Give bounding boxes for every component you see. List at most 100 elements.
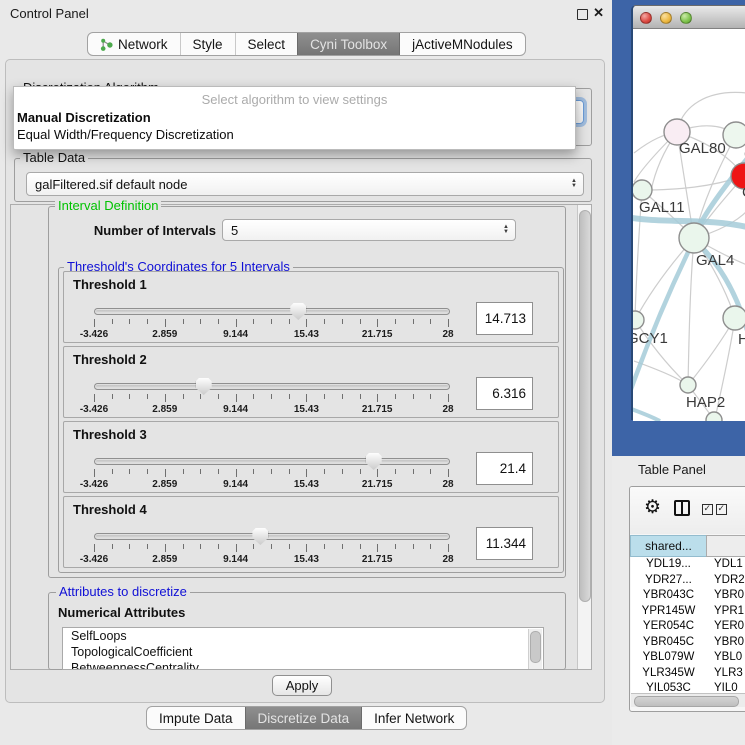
- apply-button[interactable]: Apply: [272, 675, 332, 696]
- network-node-gal4[interactable]: [679, 223, 709, 253]
- minimize-window-button[interactable]: [660, 12, 672, 24]
- network-icon: [100, 38, 113, 51]
- panel-title: Control Panel: [10, 6, 89, 21]
- control-panel: Control Panel ✕ Network Style Select Cyni T…: [0, 0, 612, 745]
- tab-cyni-toolbox[interactable]: Cyni Toolbox: [297, 33, 399, 55]
- table-row[interactable]: YPR145WYPR1: [631, 604, 745, 620]
- cell-shared-name[interactable]: YDR27...: [631, 573, 706, 589]
- table-row[interactable]: YDR27...YDR2: [631, 573, 745, 589]
- tab-label: jActiveMNodules: [412, 37, 513, 52]
- table-row[interactable]: YBR043CYBR0: [631, 588, 745, 604]
- number-of-intervals-label: Number of Intervals: [70, 223, 216, 238]
- close-window-button[interactable]: [640, 12, 652, 24]
- table-panel-title: Table Panel: [638, 462, 706, 477]
- table-row[interactable]: YDL19...YDL1: [631, 557, 745, 573]
- slider-thumb[interactable]: [290, 303, 306, 320]
- threshold-label: Threshold 2: [73, 352, 147, 367]
- threshold-2-value-input[interactable]: [476, 377, 533, 410]
- table-data-combobox[interactable]: galFiltered.sif default node ▲▼: [26, 172, 584, 196]
- slider-track[interactable]: [94, 308, 450, 315]
- tab-infer-network[interactable]: Infer Network: [361, 707, 466, 729]
- table-row[interactable]: YLR345WYLR3: [631, 666, 745, 682]
- cell-shared-name[interactable]: YBR045C: [631, 635, 706, 651]
- table-data-group-title: Table Data: [20, 151, 88, 164]
- threshold-1-value-input[interactable]: [476, 302, 533, 335]
- slider-track[interactable]: [94, 458, 450, 465]
- horizontal-scrollbar-thumb[interactable]: [634, 696, 739, 707]
- threshold-label: Threshold 4: [73, 502, 147, 517]
- table-row[interactable]: YBL079WYBL0: [631, 650, 745, 666]
- columns-icon[interactable]: [674, 500, 690, 516]
- cell-name[interactable]: YER0: [706, 619, 745, 635]
- slider-thumb[interactable]: [366, 453, 382, 470]
- cell-shared-name[interactable]: YPR145W: [631, 604, 706, 620]
- cell-name[interactable]: YDR2: [706, 573, 745, 589]
- network-node-gcy1[interactable]: [633, 311, 644, 329]
- tab-label: Cyni Toolbox: [310, 37, 387, 52]
- threshold-panel-2: Threshold 2 -3.4262.8599.14415.4321.7152…: [63, 346, 559, 418]
- threshold-3-value-input[interactable]: [476, 452, 533, 485]
- float-panel-icon[interactable]: [577, 9, 588, 20]
- numerical-attributes-list[interactable]: SelfLoopsTopologicalCoefficientBetweenne…: [62, 627, 544, 670]
- tab-network[interactable]: Network: [88, 33, 180, 55]
- combo-stepper-icon: ▲▼: [503, 225, 509, 235]
- tab-label: Select: [248, 37, 286, 52]
- slider-thumb[interactable]: [196, 378, 212, 395]
- node-label-gcy1: GCY1: [633, 330, 668, 347]
- attribute-item[interactable]: TopologicalCoefficient: [63, 644, 543, 660]
- column-header-shared-name[interactable]: shared...: [630, 535, 706, 557]
- network-node-hap2[interactable]: [680, 377, 696, 393]
- threshold-4-value-input[interactable]: [476, 527, 533, 560]
- network-node-gal11[interactable]: [633, 180, 652, 200]
- scrollbar-thumb[interactable]: [579, 210, 591, 602]
- attribute-item[interactable]: SelfLoops: [63, 628, 543, 644]
- list-scrollbar-thumb[interactable]: [530, 631, 541, 663]
- node-label-hap2: HAP2: [686, 394, 725, 411]
- tab-select[interactable]: Select: [235, 33, 298, 55]
- slider-track[interactable]: [94, 533, 450, 540]
- network-canvas[interactable]: GAL80GACGAL11GAL4GCY1HHAP2: [633, 29, 745, 421]
- network-node-ga[interactable]: [723, 122, 745, 148]
- slider-thumb[interactable]: [252, 528, 268, 545]
- tab-impute-data[interactable]: Impute Data: [147, 707, 245, 729]
- cell-shared-name[interactable]: YDL19...: [631, 557, 706, 573]
- cell-name[interactable]: YBL0: [706, 650, 745, 666]
- checkbox-icon[interactable]: [702, 504, 713, 515]
- cell-shared-name[interactable]: YER054C: [631, 619, 706, 635]
- dropdown-item-manual-discretization[interactable]: Manual Discretization: [14, 108, 575, 125]
- cell-name[interactable]: YDL1: [706, 557, 745, 573]
- cell-name[interactable]: YBR0: [706, 635, 745, 651]
- cell-name[interactable]: YBR0: [706, 588, 745, 604]
- tab-style[interactable]: Style: [180, 33, 235, 55]
- network-node-h[interactable]: [723, 306, 745, 330]
- cell-name[interactable]: YPR1: [706, 604, 745, 620]
- table-row[interactable]: YBR045CYBR0: [631, 635, 745, 651]
- slider-track[interactable]: [94, 383, 450, 390]
- attribute-item[interactable]: BetweennessCentrality: [63, 660, 543, 670]
- node-label-gal4: GAL4: [696, 252, 734, 269]
- network-window-titlebar[interactable]: [633, 6, 745, 29]
- tab-label: Network: [118, 37, 168, 52]
- tab-jactivemnodules[interactable]: jActiveMNodules: [399, 33, 525, 55]
- tab-discretize-data[interactable]: Discretize Data: [245, 707, 362, 729]
- tab-label: Infer Network: [374, 711, 454, 726]
- algorithm-dropdown: Select algorithm to view settings Manual…: [13, 86, 576, 150]
- list-scrollbar[interactable]: [528, 629, 542, 670]
- threshold-panel-4: Threshold 4 -3.4262.8599.14415.4321.7152…: [63, 496, 559, 568]
- gear-icon[interactable]: ⚙: [644, 496, 661, 519]
- network-node[interactable]: [706, 412, 722, 421]
- table-row[interactable]: YER054CYER0: [631, 619, 745, 635]
- number-of-intervals-combobox[interactable]: 5 ▲▼: [222, 219, 516, 241]
- zoom-window-button[interactable]: [680, 12, 692, 24]
- number-of-intervals-value: 5: [231, 223, 238, 238]
- cell-shared-name[interactable]: YLR345W: [631, 666, 706, 682]
- cell-name[interactable]: YLR3: [706, 666, 745, 682]
- checkbox-icon[interactable]: [716, 504, 727, 515]
- horizontal-scrollbar[interactable]: [631, 693, 745, 707]
- vertical-scrollbar[interactable]: [577, 205, 591, 669]
- cell-shared-name[interactable]: YBL079W: [631, 650, 706, 666]
- close-icon[interactable]: ✕: [593, 5, 604, 21]
- cell-shared-name[interactable]: YBR043C: [631, 588, 706, 604]
- dropdown-item-equal-width-frequency[interactable]: Equal Width/Frequency Discretization: [14, 125, 575, 142]
- column-header-name[interactable]: na: [706, 535, 745, 557]
